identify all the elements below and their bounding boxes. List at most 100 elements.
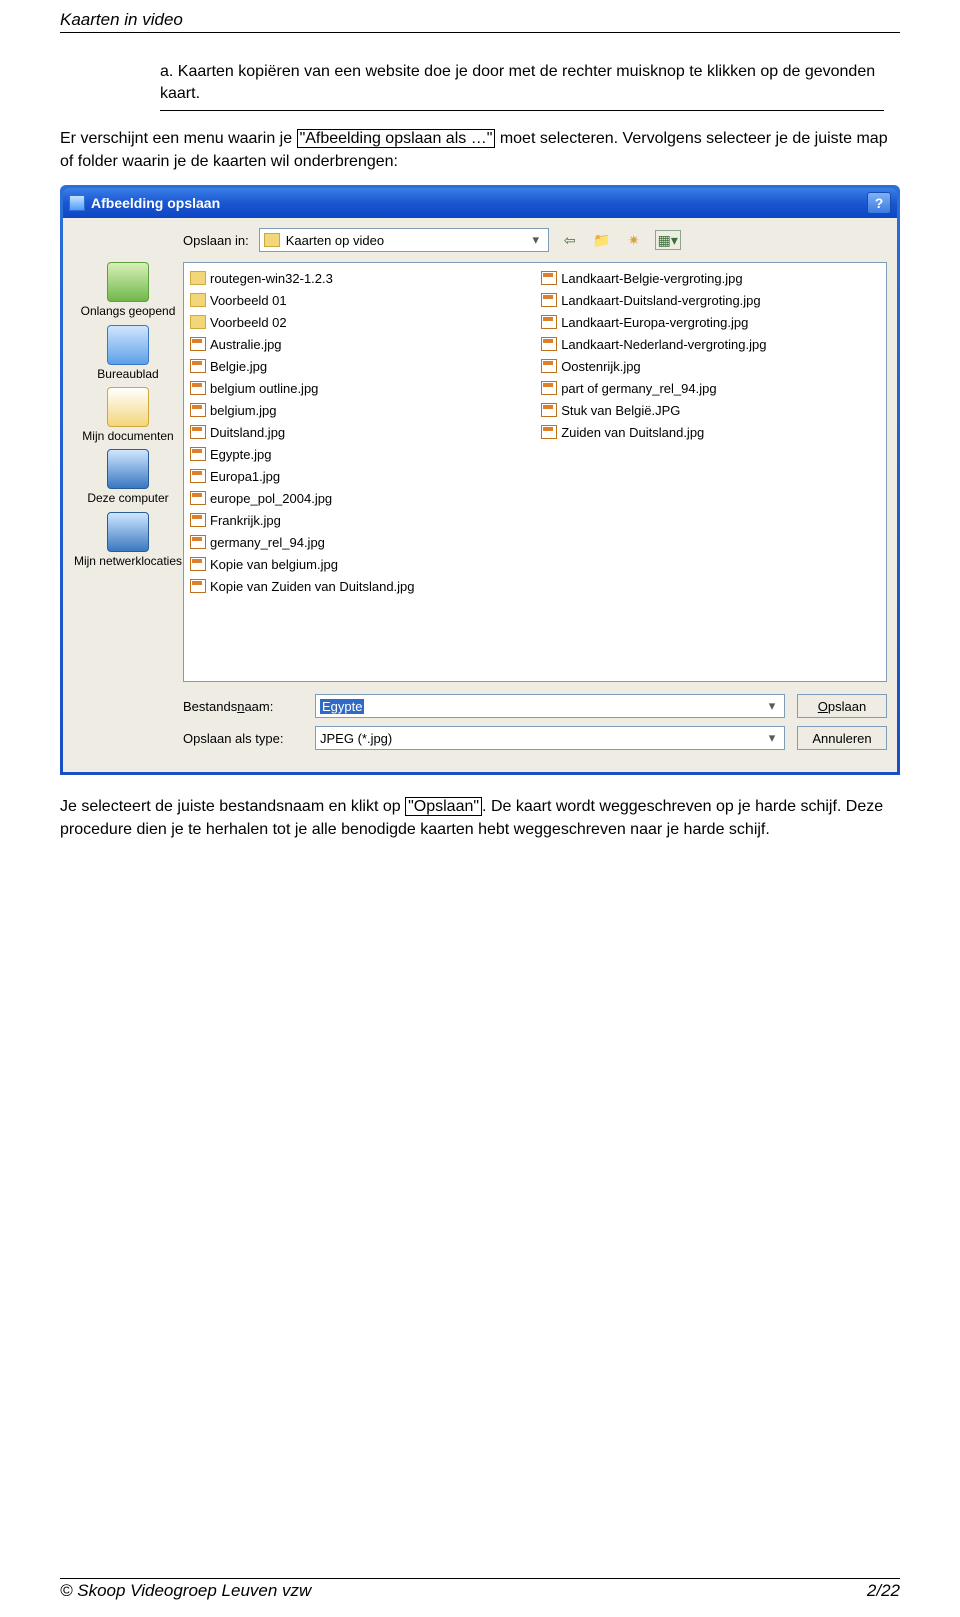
file-item-label: belgium outline.jpg [210, 381, 318, 396]
file-item-label: Belgie.jpg [210, 359, 267, 374]
file-item-label: Kopie van Zuiden van Duitsland.jpg [210, 579, 415, 594]
boxed-afbeelding-opslaan: "Afbeelding opslaan als …" [297, 129, 496, 148]
place-recent[interactable]: Onlangs geopend [73, 262, 183, 318]
file-item[interactable]: Oostenrijk.jpg [541, 355, 872, 377]
para1-before: Er verschijnt een menu waarin je [60, 130, 297, 147]
place-documents-label: Mijn documenten [73, 429, 183, 443]
file-icon [190, 535, 206, 549]
file-icon [190, 381, 206, 395]
file-item[interactable]: Duitsland.jpg [190, 421, 521, 443]
file-item[interactable]: Landkaart-Nederland-vergroting.jpg [541, 333, 872, 355]
filename-label-post: aam: [244, 699, 273, 714]
file-item-label: part of germany_rel_94.jpg [561, 381, 716, 396]
file-item[interactable]: Belgie.jpg [190, 355, 521, 377]
file-item[interactable]: routegen-win32-1.2.3 [190, 267, 521, 289]
network-icon [107, 512, 149, 552]
file-item-label: routegen-win32-1.2.3 [210, 271, 333, 286]
cancel-button[interactable]: Annuleren [797, 726, 887, 750]
file-item[interactable]: Landkaart-Duitsland-vergroting.jpg [541, 289, 872, 311]
desktop-icon [107, 325, 149, 365]
file-item[interactable]: Kopie van Zuiden van Duitsland.jpg [190, 575, 521, 597]
file-item[interactable]: belgium outline.jpg [190, 377, 521, 399]
file-icon [541, 359, 557, 373]
file-item[interactable]: Kopie van belgium.jpg [190, 553, 521, 575]
place-network[interactable]: Mijn netwerklocaties [73, 512, 183, 568]
place-desktop[interactable]: Bureaublad [73, 325, 183, 381]
file-icon [190, 447, 206, 461]
dialog-title-icon [69, 195, 85, 211]
file-item-label: Zuiden van Duitsland.jpg [561, 425, 704, 440]
back-icon[interactable]: ⇦ [559, 230, 581, 250]
file-item[interactable]: Australie.jpg [190, 333, 521, 355]
place-computer-label: Deze computer [73, 491, 183, 505]
file-item-label: Landkaart-Europa-vergroting.jpg [561, 315, 748, 330]
file-item-label: Kopie van belgium.jpg [210, 557, 338, 572]
file-item-label: Frankrijk.jpg [210, 513, 281, 528]
save-button[interactable]: Opslaan [797, 694, 887, 718]
place-computer[interactable]: Deze computer [73, 449, 183, 505]
filename-label: Bestandsnaam: [183, 699, 303, 714]
file-item-label: Voorbeeld 02 [210, 315, 287, 330]
footer-left: © Skoop Videogroep Leuven vzw [60, 1581, 311, 1601]
file-icon [190, 359, 206, 373]
file-icon [541, 293, 557, 307]
view-menu-icon[interactable]: ▦▾ [655, 230, 681, 250]
file-item[interactable]: Europa1.jpg [190, 465, 521, 487]
file-item-label: Duitsland.jpg [210, 425, 285, 440]
folder-icon [190, 271, 206, 285]
places-bar: Onlangs geopend Bureaublad Mijn document… [73, 262, 183, 682]
file-item[interactable]: Stuk van België.JPG [541, 399, 872, 421]
file-item-label: Voorbeeld 01 [210, 293, 287, 308]
file-icon [190, 513, 206, 527]
file-icon [190, 425, 206, 439]
file-item[interactable]: Voorbeeld 01 [190, 289, 521, 311]
file-list-pane[interactable]: routegen-win32-1.2.3 Voorbeeld 01 Voorbeel… [183, 262, 887, 682]
file-icon [541, 315, 557, 329]
file-icon [190, 579, 206, 593]
new-folder-icon[interactable]: ✷ [623, 230, 645, 250]
filename-field[interactable]: Egypte ▾ [315, 694, 785, 718]
place-network-label: Mijn netwerklocaties [73, 554, 183, 568]
file-item[interactable]: Landkaart-Europa-vergroting.jpg [541, 311, 872, 333]
file-item-label: Oostenrijk.jpg [561, 359, 640, 374]
paragraph-2: Je selecteert de juiste bestandsnaam en … [60, 795, 900, 841]
save-button-rest: pslaan [828, 699, 866, 714]
file-icon [190, 403, 206, 417]
place-documents[interactable]: Mijn documenten [73, 387, 183, 443]
file-item[interactable]: Frankrijk.jpg [190, 509, 521, 531]
save-image-dialog: Afbeelding opslaan ? Opslaan in: Kaarten… [60, 185, 900, 775]
filetype-field[interactable]: JPEG (*.jpg) ▾ [315, 726, 785, 750]
file-icon [541, 403, 557, 417]
chevron-down-icon: ▾ [528, 230, 544, 250]
file-item[interactable]: belgium.jpg [190, 399, 521, 421]
footer-page: 2/22 [867, 1581, 900, 1601]
place-recent-label: Onlangs geopend [73, 304, 183, 318]
save-in-label: Opslaan in: [183, 233, 249, 248]
file-item[interactable]: Voorbeeld 02 [190, 311, 521, 333]
up-folder-icon[interactable]: 📁 [591, 230, 613, 250]
file-item-label: Stuk van België.JPG [561, 403, 680, 418]
file-item[interactable]: Zuiden van Duitsland.jpg [541, 421, 872, 443]
filetype-label: Opslaan als type: [183, 731, 303, 746]
para2-before: Je selecteert de juiste bestandsnaam en … [60, 798, 405, 815]
save-button-u: O [818, 699, 828, 714]
file-icon [541, 425, 557, 439]
file-item[interactable]: Egypte.jpg [190, 443, 521, 465]
page-header: Kaarten in video [60, 10, 183, 29]
filetype-value: JPEG (*.jpg) [320, 731, 392, 746]
file-item[interactable]: europe_pol_2004.jpg [190, 487, 521, 509]
save-in-value: Kaarten op video [286, 233, 528, 248]
file-item-label: Australie.jpg [210, 337, 282, 352]
file-item-label: Europa1.jpg [210, 469, 280, 484]
file-item[interactable]: germany_rel_94.jpg [190, 531, 521, 553]
help-button[interactable]: ? [867, 192, 891, 214]
file-item[interactable]: Landkaart-Belgie-vergroting.jpg [541, 267, 872, 289]
computer-icon [107, 449, 149, 489]
folder-icon [190, 293, 206, 307]
place-desktop-label: Bureaublad [73, 367, 183, 381]
file-item[interactable]: part of germany_rel_94.jpg [541, 377, 872, 399]
save-in-combo[interactable]: Kaarten op video ▾ [259, 228, 549, 252]
documents-icon [107, 387, 149, 427]
paragraph-1: Er verschijnt een menu waarin je "Afbeel… [60, 127, 900, 173]
file-item-label: Landkaart-Duitsland-vergroting.jpg [561, 293, 760, 308]
